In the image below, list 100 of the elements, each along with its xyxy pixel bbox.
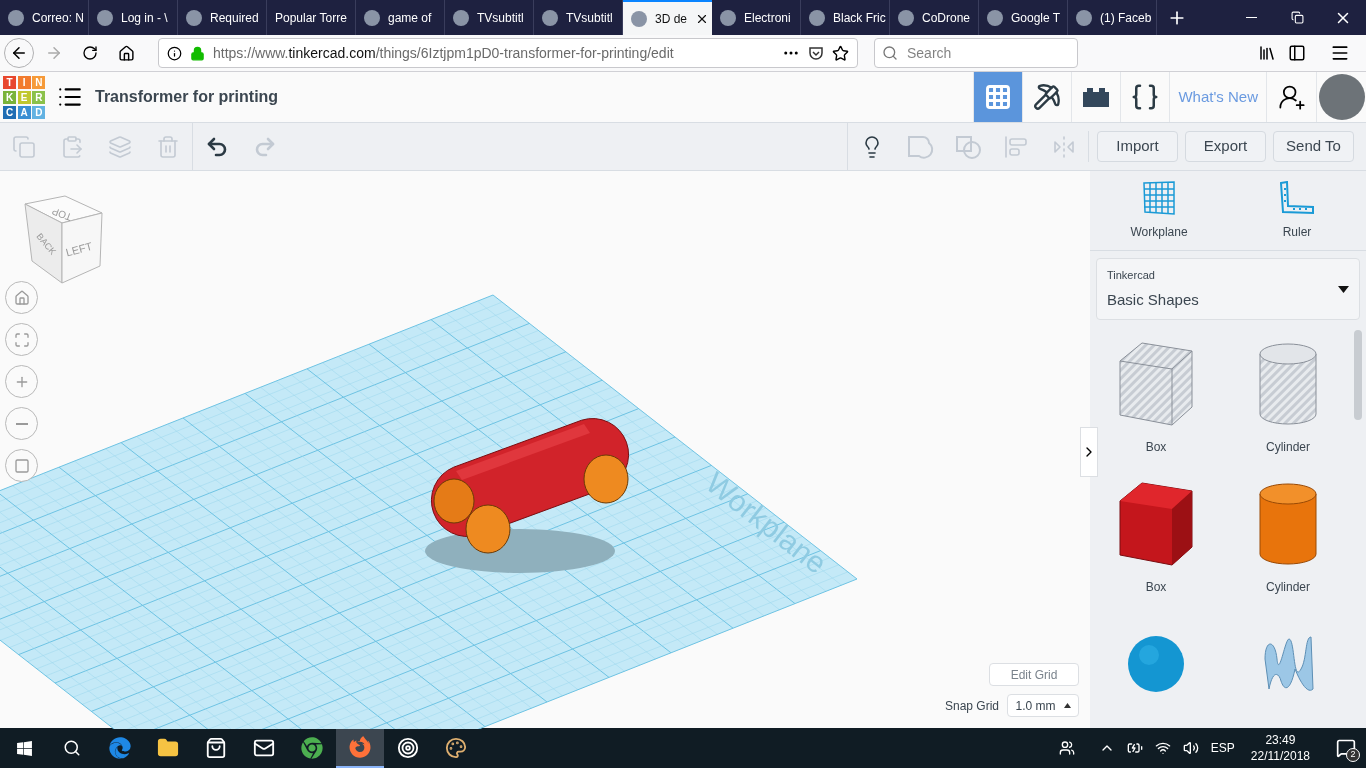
menu-icon[interactable] xyxy=(1330,43,1350,63)
minus-icon xyxy=(15,422,28,425)
ruler-icon xyxy=(1279,180,1315,215)
ruler-tool[interactable]: Ruler xyxy=(1228,171,1366,250)
tab-title: CoDrone xyxy=(922,9,971,27)
design-title: Transformer for printing xyxy=(95,87,279,107)
toolbar-button[interactable]: Import xyxy=(1097,131,1178,162)
target-icon xyxy=(397,737,419,759)
tab-title: Google T xyxy=(1011,9,1061,27)
battery-icon[interactable] xyxy=(1126,740,1143,756)
avatar[interactable] xyxy=(1318,74,1365,120)
forward-arrow-icon xyxy=(45,44,63,62)
toolbar-button[interactable]: Export xyxy=(1185,131,1266,162)
tab-title: TVsubtitl xyxy=(477,9,524,27)
mirror-icon xyxy=(1052,134,1076,159)
cube-face-label: TOP xyxy=(50,205,74,223)
delete-icon xyxy=(156,134,180,159)
tab-title: Required xyxy=(210,9,259,27)
library-source: Tinkercad xyxy=(1107,267,1156,283)
square-icon xyxy=(13,457,30,474)
grid-icon xyxy=(984,83,1013,111)
search-field[interactable]: Search xyxy=(874,38,1078,68)
restore-icon xyxy=(1290,11,1304,24)
logo-letter: R xyxy=(32,90,46,104)
search-icon xyxy=(882,45,898,61)
clock[interactable]: 23:49 22/11/2018 xyxy=(1246,732,1314,764)
home-icon xyxy=(117,44,135,62)
folder-icon xyxy=(157,737,179,759)
browser-tab[interactable]: 3D de xyxy=(623,0,712,35)
tab-title: 3D de xyxy=(655,10,688,28)
caret-icon xyxy=(1063,703,1071,708)
reload-icon xyxy=(82,45,98,61)
url-text: https://www.tinkercad.com/things/6Iztjpm1pD0-transformer-for-printing/edit xyxy=(213,43,674,63)
toolbar-button[interactable]: Send To xyxy=(1273,131,1354,162)
shape-tile[interactable]: Cylinder xyxy=(1222,470,1354,610)
sidebar-icon[interactable] xyxy=(1288,44,1306,62)
library-dropdown[interactable]: Tinkercad Basic Shapes xyxy=(1096,258,1360,320)
browser-icon xyxy=(301,737,323,759)
fit-view-icon xyxy=(13,331,30,348)
info-icon xyxy=(167,45,182,61)
lock-icon xyxy=(190,45,205,61)
shape-tile[interactable]: Box xyxy=(1090,470,1222,610)
shape-tile[interactable]: Box xyxy=(1090,330,1222,470)
wifi-icon[interactable] xyxy=(1154,740,1171,756)
tab-title: Electroni xyxy=(744,9,791,27)
workplane-tool[interactable]: Workplane xyxy=(1090,171,1228,250)
edit-grid-button[interactable]: Edit Grid xyxy=(989,663,1079,686)
pickaxe-icon xyxy=(1033,83,1062,111)
volume-icon[interactable] xyxy=(1182,740,1199,756)
tab-title: Correo: N xyxy=(32,9,84,27)
logo-letter: T xyxy=(3,75,16,89)
bookmark-star-icon[interactable] xyxy=(832,44,849,62)
logo-letter: I xyxy=(17,75,31,89)
tab-title: TVsubtitl xyxy=(566,9,613,27)
shopping-bag-icon xyxy=(205,737,227,759)
search-icon xyxy=(63,739,81,757)
browser-icon xyxy=(349,736,371,758)
logo-letter: K xyxy=(3,90,16,104)
tab-title: Log in - \ xyxy=(121,9,168,27)
shape-label: Box xyxy=(1145,579,1167,596)
paste-icon xyxy=(60,134,84,159)
people-icon[interactable] xyxy=(1058,740,1075,756)
tab-title: (1) Faceb xyxy=(1100,9,1152,27)
shape-label: Box xyxy=(1145,439,1167,456)
copy-icon xyxy=(12,134,36,159)
sphere-drawing xyxy=(1127,635,1185,693)
logo-letter: A xyxy=(17,105,31,119)
notifications-icon xyxy=(1336,738,1356,758)
car-shape-drawing[interactable] xyxy=(430,418,630,554)
logo[interactable]: T I N K E R C A D xyxy=(3,75,45,119)
logo-letter: C xyxy=(3,105,16,119)
brick-icon xyxy=(1081,87,1112,107)
logo-letter: D xyxy=(32,105,46,119)
address-bar[interactable]: https://www.tinkercad.com/things/6Iztjpm1pD0-transformer-for-printing/edit xyxy=(158,38,858,68)
notification-count: 2 xyxy=(1346,748,1360,762)
tab-title: game of xyxy=(388,9,432,27)
collapse-panel-button[interactable] xyxy=(1080,427,1098,477)
taskbar-app[interactable] xyxy=(336,728,384,768)
palette-icon xyxy=(445,737,467,759)
language-indicator[interactable]: ESP xyxy=(1210,739,1235,757)
home-icon xyxy=(13,289,30,306)
mail-icon xyxy=(253,737,275,759)
zoom-out-button[interactable] xyxy=(5,407,38,440)
browser-icon xyxy=(109,737,131,759)
windows-logo-icon xyxy=(15,739,33,757)
snap-grid-select[interactable]: 1.0 mm xyxy=(1007,694,1079,717)
align-icon xyxy=(1004,134,1028,159)
library-icon[interactable] xyxy=(1258,44,1276,62)
shape-tile[interactable]: Cylinder xyxy=(1222,330,1354,470)
shape-label: Cylinder xyxy=(1266,439,1310,456)
logo-letter: E xyxy=(17,90,31,104)
minimize-icon xyxy=(1245,17,1257,18)
workplane-grid-icon xyxy=(1142,180,1176,215)
duplicate-icon xyxy=(108,134,132,159)
notifications-button[interactable]: 2 xyxy=(1326,728,1366,768)
tab-title: Popular Torre xyxy=(275,9,347,27)
tab-title: Black Fric xyxy=(833,9,886,27)
shape-label: Cylinder xyxy=(1266,579,1310,596)
add-user-icon xyxy=(1277,83,1306,111)
cube-face-label: LEFT xyxy=(64,239,94,259)
